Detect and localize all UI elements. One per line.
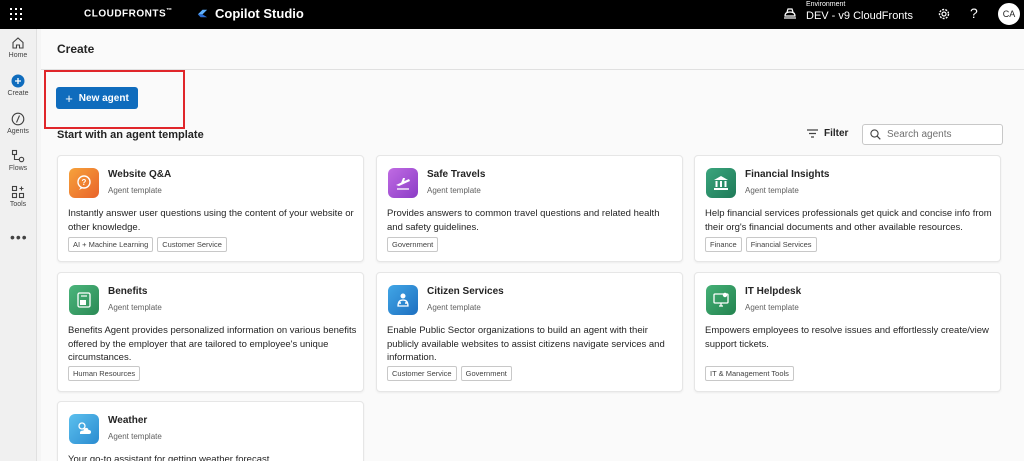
template-tags: Customer Service Government bbox=[387, 366, 512, 381]
filter-label: Filter bbox=[824, 128, 849, 139]
template-description: Help financial services professionals ge… bbox=[705, 208, 992, 233]
environment-label: Environment bbox=[806, 1, 846, 8]
airplane-icon bbox=[388, 168, 418, 198]
template-subtitle: Agent template bbox=[427, 186, 481, 195]
tag: Customer Service bbox=[157, 237, 227, 252]
new-agent-button[interactable]: + New agent bbox=[56, 87, 138, 109]
home-icon bbox=[12, 37, 24, 49]
product-name: Copilot Studio bbox=[215, 6, 304, 21]
plus-circle-icon bbox=[11, 74, 25, 88]
template-card-weather[interactable]: Weather Agent template Your go-to assist… bbox=[57, 401, 364, 461]
template-description: Instantly answer user questions using th… bbox=[68, 208, 354, 233]
avatar[interactable]: CA bbox=[998, 3, 1020, 25]
template-card-safe-travels[interactable]: Safe Travels Agent template Provides ans… bbox=[376, 155, 683, 262]
template-card-website-qa[interactable]: ? Website Q&A Agent template Instantly a… bbox=[57, 155, 364, 262]
template-description: Provides answers to common travel questi… bbox=[387, 208, 660, 233]
more-icon[interactable]: ••• bbox=[10, 229, 28, 245]
agents-icon bbox=[11, 112, 25, 126]
tag: Government bbox=[460, 366, 512, 381]
app-launcher-icon[interactable] bbox=[10, 8, 22, 20]
template-tags: Human Resources bbox=[68, 366, 141, 381]
benefits-icon bbox=[69, 285, 99, 315]
brand-logo[interactable]: CLOUDFRONTS™ bbox=[84, 8, 173, 19]
template-description: Empowers employees to resolve issues and… bbox=[705, 325, 989, 350]
template-tags: Finance Financial Services bbox=[705, 237, 817, 252]
copilot-studio-icon bbox=[197, 9, 208, 18]
template-subtitle: Agent template bbox=[108, 432, 162, 441]
rail-label-home: Home bbox=[8, 52, 28, 59]
template-tags: Government bbox=[387, 237, 439, 252]
template-name: Safe Travels bbox=[427, 169, 486, 180]
citizen-services-icon bbox=[388, 285, 418, 315]
template-card-citizen-services[interactable]: Citizen Services Agent template Enable P… bbox=[376, 272, 683, 392]
tag: IT & Management Tools bbox=[705, 366, 794, 381]
section-title: Start with an agent template bbox=[57, 129, 204, 141]
tag: Government bbox=[387, 237, 439, 252]
template-subtitle: Agent template bbox=[108, 186, 162, 195]
tag: Financial Services bbox=[745, 237, 817, 252]
search-input[interactable] bbox=[887, 129, 997, 140]
template-name: Weather bbox=[108, 415, 148, 426]
template-tags: AI + Machine Learning Customer Service bbox=[68, 237, 227, 252]
gear-icon[interactable] bbox=[936, 6, 952, 22]
template-tags: IT & Management Tools bbox=[705, 366, 794, 381]
rail-label-agents: Agents bbox=[7, 128, 29, 135]
product-title[interactable]: Copilot Studio bbox=[196, 6, 304, 21]
environment-value[interactable]: DEV - v9 CloudFronts bbox=[806, 10, 913, 22]
tag: Human Resources bbox=[68, 366, 141, 381]
helpdesk-icon bbox=[706, 285, 736, 315]
template-name: Financial Insights bbox=[745, 169, 830, 180]
page-title: Create bbox=[57, 42, 95, 56]
filter-button[interactable]: Filter bbox=[807, 128, 848, 139]
top-bar: CLOUDFRONTS™ Copilot Studio Environment … bbox=[0, 0, 1024, 29]
template-subtitle: Agent template bbox=[108, 303, 162, 312]
rail-label-create: Create bbox=[7, 90, 29, 97]
filter-icon bbox=[807, 129, 818, 138]
help-icon[interactable]: ? bbox=[970, 5, 978, 21]
search-icon bbox=[870, 129, 881, 140]
page-header: Create bbox=[41, 29, 1024, 70]
rail-item-create[interactable]: Create bbox=[0, 74, 36, 97]
rail-item-home[interactable]: Home bbox=[0, 36, 36, 59]
rail-label-tools: Tools bbox=[9, 201, 27, 208]
tag: AI + Machine Learning bbox=[68, 237, 154, 252]
template-card-financial-insights[interactable]: Financial Insights Agent template Help f… bbox=[694, 155, 1001, 262]
template-subtitle: Agent template bbox=[745, 186, 799, 195]
flows-icon bbox=[11, 149, 25, 163]
template-name: Website Q&A bbox=[108, 169, 172, 180]
tag: Customer Service bbox=[387, 366, 457, 381]
template-subtitle: Agent template bbox=[427, 303, 481, 312]
template-card-benefits[interactable]: Benefits Agent template Benefits Agent p… bbox=[57, 272, 364, 392]
rail-label-flows: Flows bbox=[8, 165, 28, 172]
left-rail: Home Create Agents Flows Tools ••• bbox=[0, 29, 37, 461]
template-name: IT Helpdesk bbox=[745, 286, 802, 297]
website-qa-icon: ? bbox=[69, 168, 99, 198]
tag: Finance bbox=[705, 237, 742, 252]
tools-icon bbox=[11, 185, 25, 199]
svg-text:?: ? bbox=[82, 178, 87, 187]
bank-icon bbox=[706, 168, 736, 198]
template-description: Enable Public Sector organizations to bu… bbox=[387, 325, 665, 363]
rail-item-flows[interactable]: Flows bbox=[0, 149, 36, 172]
new-agent-label: New agent bbox=[78, 92, 129, 104]
template-card-it-helpdesk[interactable]: IT Helpdesk Agent template Empowers empl… bbox=[694, 272, 1001, 392]
main-content: Create + New agent Start with an agent t… bbox=[41, 29, 1024, 461]
template-subtitle: Agent template bbox=[745, 303, 799, 312]
template-description: Benefits Agent provides personalized inf… bbox=[68, 325, 357, 363]
weather-icon bbox=[69, 414, 99, 444]
template-name: Benefits bbox=[108, 286, 148, 297]
rail-item-agents[interactable]: Agents bbox=[0, 112, 36, 135]
rail-item-tools[interactable]: Tools bbox=[0, 185, 36, 208]
template-name: Citizen Services bbox=[427, 286, 504, 297]
template-description: Your go-to assistant for getting weather… bbox=[68, 454, 273, 461]
environment-icon[interactable] bbox=[783, 7, 797, 21]
plus-icon: + bbox=[65, 90, 73, 106]
search-box[interactable] bbox=[862, 124, 1003, 145]
